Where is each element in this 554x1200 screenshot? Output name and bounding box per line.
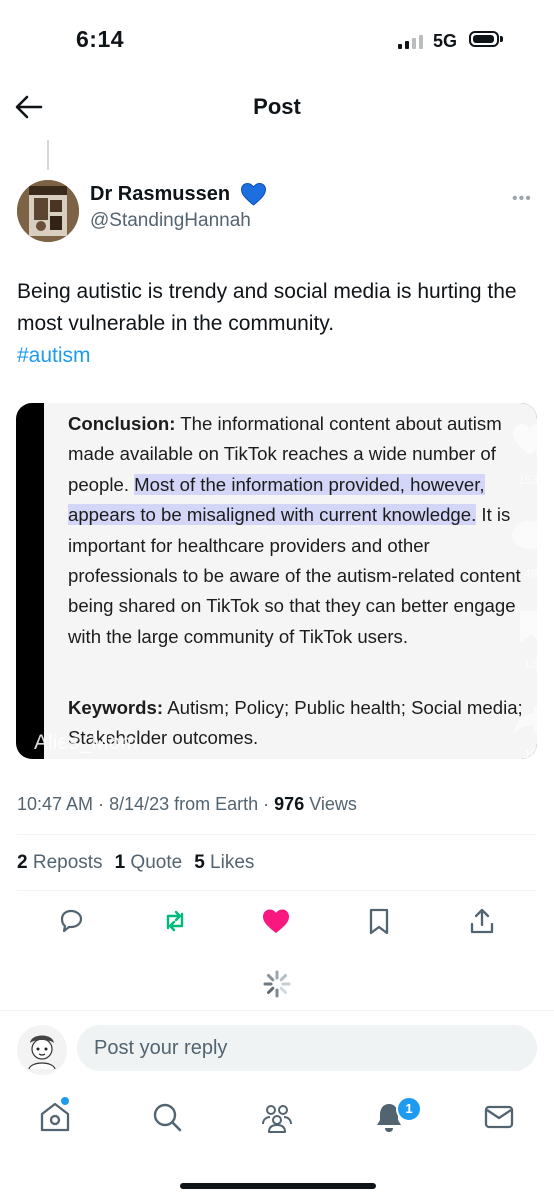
battery-icon [469,31,499,47]
home-icon[interactable] [38,1100,72,1134]
tweet-time: 10:47 AM [17,794,94,814]
reposts-count: 2 [17,852,28,873]
reply-icon[interactable] [56,906,86,936]
reposts-label: Reposts [32,852,103,873]
author-avatar[interactable] [17,180,79,242]
tweet-body: Being autistic is trendy and social medi… [17,280,517,335]
tweet-date: 8/14/23 [109,794,170,814]
media-bookmark-icon [520,611,537,643]
cellular-signal-icon [398,33,423,49]
tweet-timestamp: 10:47 AM · 8/14/23 from Earth · 976 View… [17,794,357,814]
tweet-source: from Earth [174,794,259,814]
communities-icon[interactable] [260,1100,294,1134]
hashtag-link[interactable]: #autism [17,344,91,367]
network-label: 5G [433,31,458,51]
home-unread-dot [61,1097,69,1105]
quotes-stat[interactable]: 1 Quote [115,852,183,874]
author-handle[interactable]: @StandingHannah [90,210,251,232]
bookmark-icon[interactable] [364,906,394,936]
media-watermark: Alies_Mom [34,731,138,754]
media-screenshot: Conclusion: The informational content ab… [44,403,537,759]
thread-connector-line [47,140,49,170]
media-count-4: 10 [524,747,537,759]
quotes-count: 1 [114,852,126,873]
divider [17,834,537,835]
likes-label: Likes [210,852,255,873]
battery-cap [500,36,503,42]
media-count-2: 49 [524,567,537,581]
engagement-stats: 2 Reposts 1 Quote 5 Likes [17,852,254,874]
views-count: 976 [274,794,305,814]
author-name[interactable]: Dr Rasmussen [90,183,230,206]
media-count-3: 18 [524,657,537,671]
user-avatar[interactable] [17,1025,67,1075]
media-comment-icon [512,521,537,549]
reply-placeholder: Post your reply [94,1037,228,1059]
media-keywords-text: Keywords: Autism; Policy; Public health;… [68,693,537,754]
views-label: Views [309,794,357,814]
divider [17,890,537,891]
media-share-icon [514,705,537,735]
media-count-1: 153 [518,473,537,487]
conclusion-label: Conclusion: [68,413,176,434]
status-time: 6:14 [76,26,125,52]
verified-heart-icon [240,182,267,206]
keywords-label: Keywords: [68,697,164,718]
loading-spinner-icon [263,970,291,998]
quotes-label: Quote [130,852,183,873]
likes-stat[interactable]: 5 Likes [194,852,254,874]
search-icon[interactable] [150,1100,184,1134]
messages-envelope-icon[interactable] [482,1100,516,1134]
tweet-media-image[interactable]: Conclusion: The informational content ab… [16,403,537,759]
reply-input[interactable]: Post your reply [77,1025,537,1071]
conclusion-text-after: It is important for healthcare providers… [68,504,521,647]
reposts-stat[interactable]: 2 Reposts [17,852,103,874]
like-heart-icon[interactable] [261,906,291,936]
notifications-badge: 1 [396,1096,422,1122]
more-options-icon[interactable]: ••• [512,190,532,208]
divider [0,1010,554,1011]
page-title: Post [253,94,301,119]
likes-count: 5 [194,852,205,873]
media-heart-icon [513,424,537,455]
repost-icon[interactable] [160,906,190,936]
media-conclusion-text: Conclusion: The informational content ab… [68,409,537,652]
tweet-text: Being autistic is trendy and social medi… [17,276,537,372]
share-icon[interactable] [467,906,497,936]
home-indicator [180,1183,376,1189]
